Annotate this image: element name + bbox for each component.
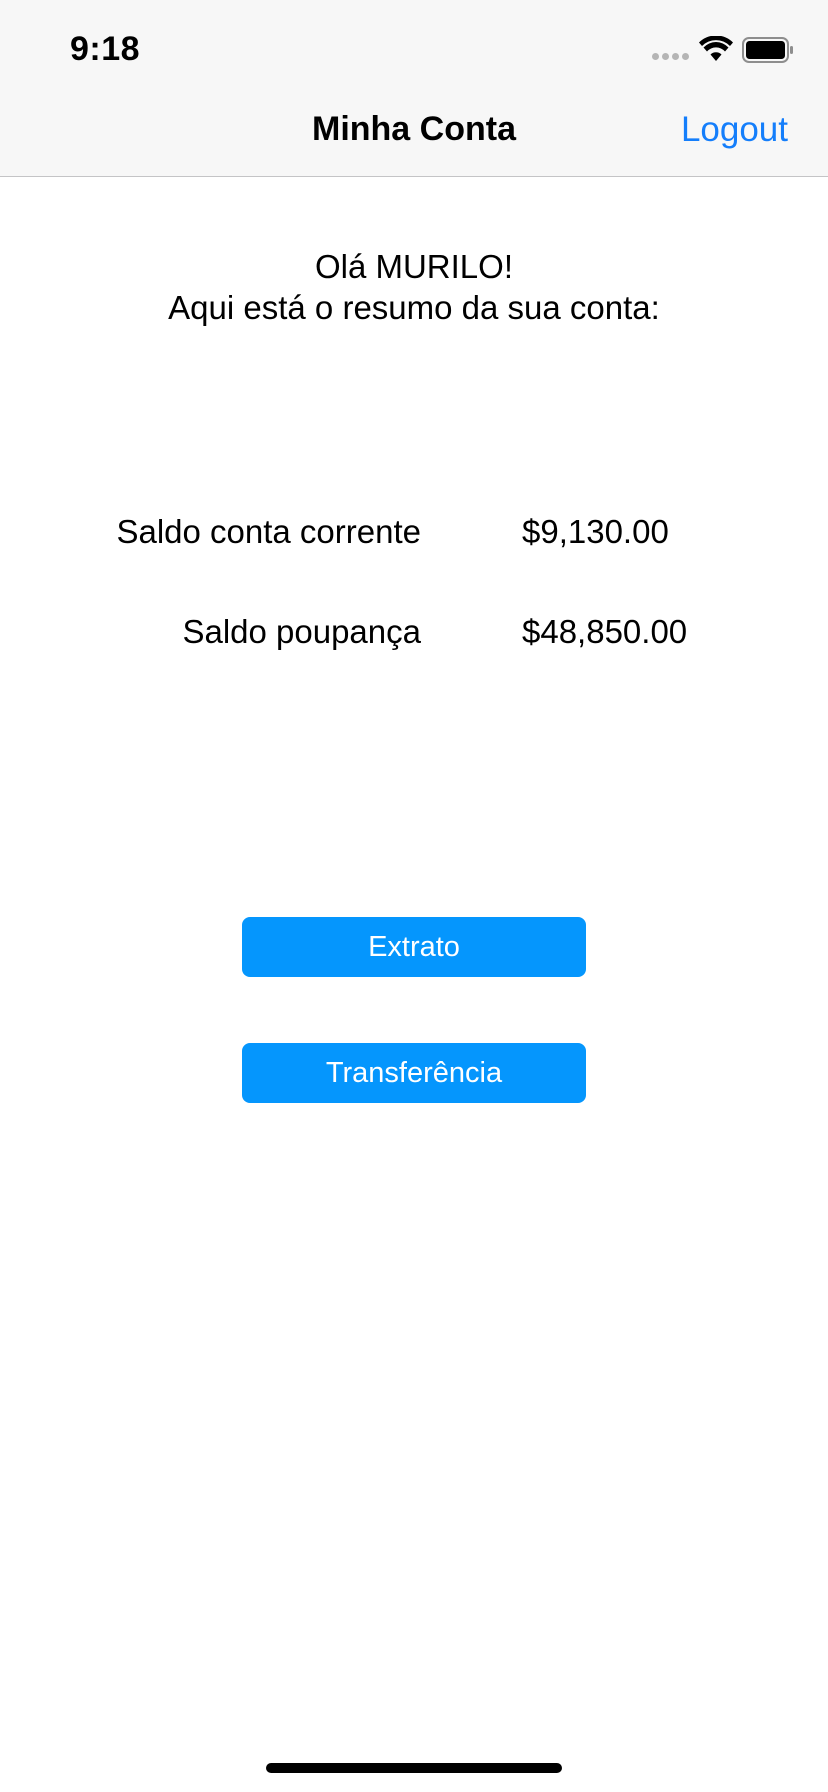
savings-balance-value: $48,850.00 (522, 613, 688, 650)
greeting-name-line: Olá MURILO! (314, 248, 514, 285)
checking-balance-label: Saldo conta corrente (116, 513, 421, 550)
navigation-header: 9:18 Minha Conta Logout (0, 0, 828, 177)
greeting-summary-line: Aqui está o resumo da sua conta: (168, 289, 660, 326)
signal-dots-icon (652, 53, 690, 61)
checking-balance-value: $9,130.00 (522, 513, 669, 550)
statement-button[interactable]: Extrato (242, 917, 586, 977)
savings-balance-label: Saldo poupança (182, 613, 421, 650)
status-time: 9:18 (70, 30, 141, 68)
home-indicator[interactable] (266, 1763, 562, 1773)
greeting: Olá MURILO! Aqui está o resumo da sua co… (0, 246, 828, 328)
logout-button[interactable]: Logout (681, 110, 788, 150)
wifi-icon (699, 36, 733, 61)
transfer-button[interactable]: Transferência (242, 1043, 586, 1103)
battery-icon (742, 37, 793, 63)
account-screen: 9:18 Minha Conta Logout Olá MURILO! Aqui… (0, 0, 828, 1792)
